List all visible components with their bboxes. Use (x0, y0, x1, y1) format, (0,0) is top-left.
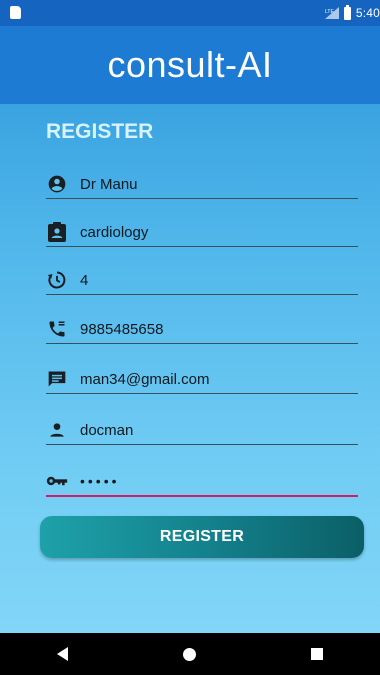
account-circle-icon (46, 173, 68, 195)
person-icon (46, 419, 68, 441)
experience-field[interactable]: 4 (46, 266, 358, 295)
home-circle-icon[interactable] (182, 647, 196, 661)
password-value: ••••• (80, 473, 120, 489)
phone-value: 9885485658 (80, 320, 164, 338)
recents-square-icon[interactable] (310, 648, 323, 660)
message-icon (46, 368, 68, 390)
register-button[interactable]: REGISTER (40, 516, 364, 558)
username-value: docman (80, 421, 134, 439)
badge-icon (46, 221, 68, 243)
navigation-bar (0, 633, 380, 675)
register-heading: REGISTER (46, 120, 154, 143)
email-field[interactable]: man34@gmail.com (46, 365, 358, 394)
specialty-value: cardiology (80, 223, 149, 241)
app-bar: consult-AI (0, 26, 380, 104)
status-right-group: LTE 5:40 (324, 4, 380, 22)
username-field[interactable]: docman (46, 416, 358, 445)
phone-field[interactable]: 9885485658 (46, 315, 358, 344)
phone-icon (46, 318, 68, 340)
history-icon (46, 269, 68, 291)
status-time: 5:40 (355, 6, 380, 20)
specialty-field[interactable]: cardiology (46, 218, 358, 247)
password-field[interactable]: ••••• (46, 467, 358, 497)
status-bar: LTE 5:40 (0, 0, 380, 26)
key-icon (46, 470, 68, 492)
battery-icon (343, 4, 351, 20)
name-value: Dr Manu (80, 175, 138, 193)
network-label: LTE (325, 9, 334, 15)
register-screen: LTE 5:40 consult-AI REGISTER Dr Manu car… (0, 0, 380, 675)
email-value: man34@gmail.com (80, 370, 210, 388)
sd-card-icon (10, 6, 21, 19)
signal-lte-icon: LTE (324, 7, 339, 19)
name-field[interactable]: Dr Manu (46, 170, 358, 199)
back-triangle-icon[interactable] (57, 647, 69, 661)
app-title: consult-AI (107, 44, 273, 85)
experience-value: 4 (80, 271, 89, 289)
